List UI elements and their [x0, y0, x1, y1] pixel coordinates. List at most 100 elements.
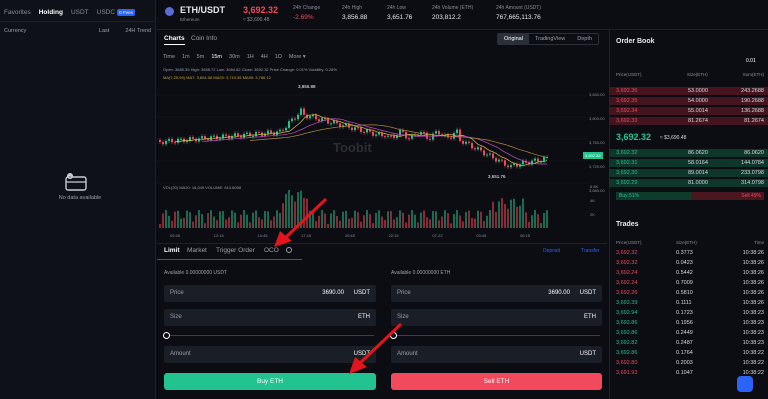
- sell-price-field[interactable]: Price 3690.00 USDT: [391, 285, 602, 302]
- volume-bar: [360, 221, 362, 228]
- volume-bar: [525, 212, 527, 228]
- column-last[interactable]: Last: [99, 28, 109, 34]
- volume-bar: [213, 216, 215, 228]
- time-tick: 22:15: [388, 233, 399, 238]
- candle-body: [231, 136, 233, 139]
- tf-more[interactable]: More ▾: [289, 54, 306, 60]
- stat-amount-label: 24h Amount (USDT): [496, 5, 542, 11]
- volume-bar: [474, 218, 476, 228]
- bid-row[interactable]: 3,692.29 81.0000 314.0798: [609, 179, 768, 187]
- candle-body: [510, 165, 512, 168]
- stat-low-value: 3,651.76: [387, 14, 413, 21]
- support-bot-icon[interactable]: [737, 376, 753, 392]
- volume-bar: [162, 213, 164, 228]
- bid-row[interactable]: 3,692.31 58.0164 144.0784: [609, 159, 768, 167]
- ask-row[interactable]: 3,692.33 81.2674 81.2674: [609, 117, 768, 125]
- tf-30m[interactable]: 30m: [229, 54, 240, 60]
- size-cell: 0.2487: [676, 340, 693, 346]
- tab-charts[interactable]: Charts: [164, 35, 185, 45]
- buy-slider-track[interactable]: [166, 335, 374, 336]
- volume-bar: [546, 210, 548, 228]
- time-tick: 19:45: [344, 233, 355, 238]
- volume-bar: [198, 210, 200, 228]
- volume-bar: [219, 211, 221, 228]
- buy-price-field[interactable]: Price 3690.00 USDT: [164, 285, 376, 302]
- time-tick: 12:15: [213, 233, 224, 238]
- volume-bar: [477, 210, 479, 228]
- market-tabs: Favorites Holding USDT USDC 0 Fees: [0, 0, 155, 22]
- volume-bar: [342, 211, 344, 228]
- candle-body: [237, 133, 239, 137]
- tab-market[interactable]: Market: [187, 247, 207, 254]
- tf-1h[interactable]: 1H: [247, 54, 254, 60]
- ask-row[interactable]: 3,692.36 53.0000 243.2688: [609, 87, 768, 95]
- view-tradingview[interactable]: TradingView: [529, 34, 571, 44]
- time-axis: 09:45 12:15 14:45 17:15 19:45 22:15 07-2…: [170, 233, 530, 238]
- precision-select[interactable]: 0.01: [746, 58, 756, 64]
- stat-change-value: -2.69%: [293, 14, 314, 21]
- deposit-link[interactable]: Deposit: [543, 248, 560, 254]
- transfer-link[interactable]: Transfer: [581, 248, 599, 254]
- column-trend[interactable]: 24H Trend: [125, 28, 151, 34]
- trades-title: Trades: [616, 221, 639, 228]
- pair-title[interactable]: ETH/USDT: [180, 5, 225, 15]
- ask-row[interactable]: 3,692.35 54.0000 190.2688: [609, 97, 768, 105]
- sell-ratio-text: Sell 49%: [741, 193, 761, 199]
- candle-body: [246, 132, 248, 134]
- trade-row: 3,692.32 0.3773 10:38:26: [609, 249, 768, 257]
- annotation-arrow-oco: [274, 197, 328, 247]
- candle-body: [282, 129, 284, 131]
- buy-slider-handle[interactable]: [163, 332, 170, 339]
- candle-body: [162, 142, 164, 145]
- tab-limit[interactable]: Limit: [164, 247, 180, 254]
- sell-slider-track[interactable]: [393, 335, 600, 336]
- tf-4h[interactable]: 4H: [261, 54, 268, 60]
- volume-bar: [480, 211, 482, 228]
- candle-body: [303, 108, 305, 115]
- tf-time[interactable]: Time: [163, 54, 175, 60]
- trades-columns: Price(USDT) Size(ETH) Time: [616, 240, 764, 245]
- candlestick-chart[interactable]: [157, 80, 607, 238]
- bid-row[interactable]: 3,692.30 89.0014 233.0798: [609, 169, 768, 177]
- tab-coin-info[interactable]: Coin Info: [191, 35, 217, 42]
- sell-price-value: 3690.00: [548, 290, 570, 296]
- tf-1d[interactable]: 1D: [275, 54, 282, 60]
- tab-usdt[interactable]: USDT: [71, 9, 89, 21]
- sell-size-field[interactable]: Size ETH: [391, 309, 602, 326]
- tf-15m[interactable]: 15m: [211, 54, 222, 60]
- volume-bar: [441, 216, 443, 228]
- size-cell: 0.1111: [676, 300, 692, 306]
- tab-trigger-order[interactable]: Trigger Order: [216, 247, 255, 254]
- volume-bar: [171, 220, 173, 228]
- tab-favorites[interactable]: Favorites: [4, 9, 31, 21]
- sell-available: Available 0.00000000 ETH: [391, 270, 451, 276]
- annotation-arrow-buy: [349, 322, 403, 374]
- volume-bar: [465, 212, 467, 228]
- size-cell: 0.5442: [676, 270, 693, 276]
- tab-holding[interactable]: Holding: [39, 9, 63, 21]
- trade-row: 3,692.86 0.1764 10:38:22: [609, 349, 768, 357]
- bid-row[interactable]: 3,692.32 86.0620 86.0620: [609, 149, 768, 157]
- volume-bar: [507, 208, 509, 228]
- candle-body: [495, 158, 497, 162]
- candle-body: [165, 140, 167, 145]
- buy-amount-label: Amount: [170, 351, 191, 357]
- tab-usdc[interactable]: USDC 0 Fees: [97, 9, 135, 21]
- size-cell: 58.0164: [688, 160, 708, 166]
- volume-bar: [459, 215, 461, 228]
- view-depth[interactable]: Depth: [571, 34, 598, 44]
- ask-row[interactable]: 3,692.34 55.0014 136.2688: [609, 107, 768, 115]
- tf-1m[interactable]: 1m: [182, 54, 190, 60]
- markets-sidebar: Favorites Holding USDT USDC 0 Fees Curren…: [0, 0, 156, 399]
- sell-eth-button[interactable]: Sell ETH: [391, 373, 602, 390]
- volume-bar: [261, 219, 263, 228]
- volume-bar: [345, 210, 347, 228]
- tf-5m[interactable]: 5m: [197, 54, 205, 60]
- time-cell: 10:38:23: [742, 340, 764, 346]
- candle-body: [243, 133, 245, 138]
- sell-amount-field[interactable]: Amount USDT: [391, 346, 602, 363]
- column-currency[interactable]: Currency: [4, 28, 26, 34]
- candle-body: [462, 140, 464, 144]
- size-cell: 55.0014: [688, 108, 708, 114]
- view-original[interactable]: Original: [498, 34, 529, 44]
